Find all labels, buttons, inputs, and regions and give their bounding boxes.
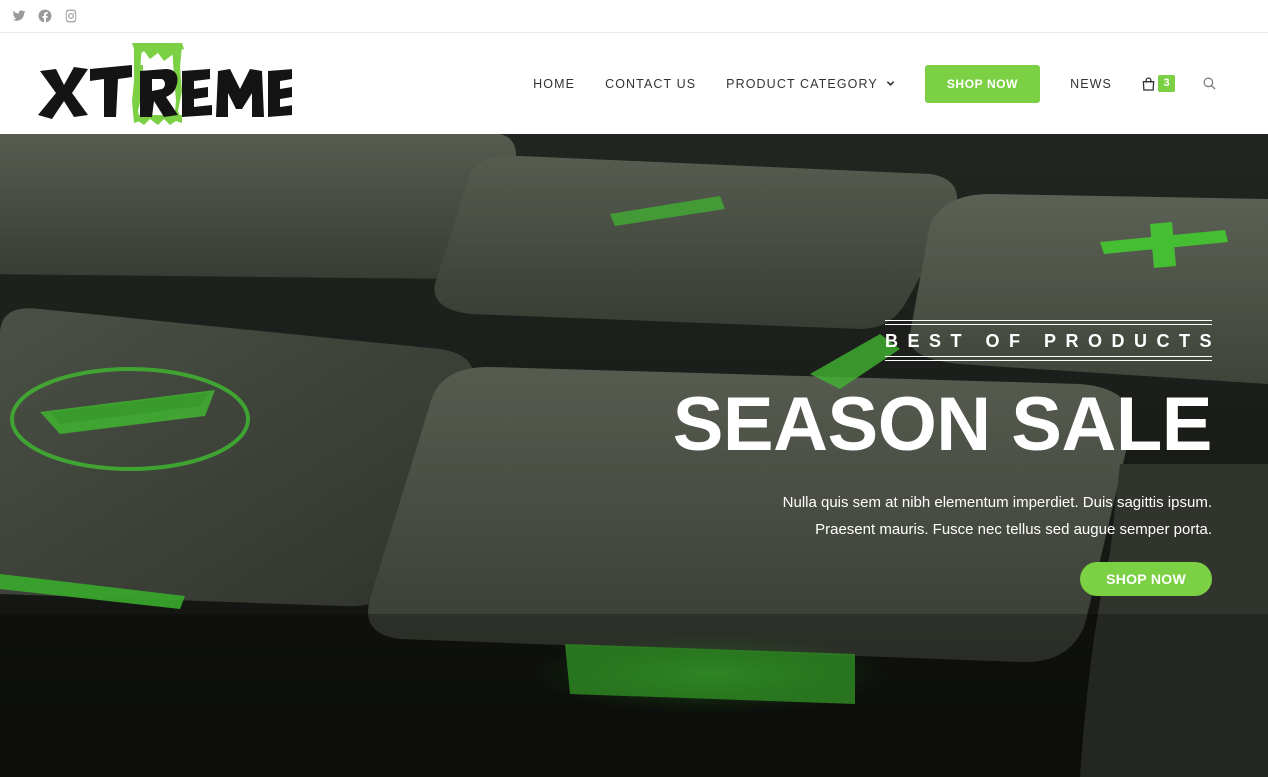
cart-button[interactable]: 3 bbox=[1142, 75, 1175, 92]
nav-home-label: HOME bbox=[533, 76, 576, 91]
hero-paragraph-line-2: Praesent mauris. Fusce nec tellus sed au… bbox=[815, 521, 1212, 538]
nav-product-category-label: PRODUCT CATEGORY bbox=[726, 76, 878, 91]
site-header: HOME CONTACT US PRODUCT CATEGORY SHOP NO… bbox=[0, 33, 1268, 134]
hero-paragraph: Nulla quis sem at nibh elementum imperdi… bbox=[652, 489, 1212, 543]
logo-wordmark bbox=[38, 65, 294, 119]
nav-news-label: NEWS bbox=[1070, 76, 1112, 91]
nav-news[interactable]: NEWS bbox=[1070, 77, 1112, 91]
nav-contact-us[interactable]: CONTACT US bbox=[605, 77, 696, 91]
main-nav: HOME CONTACT US PRODUCT CATEGORY SHOP NO… bbox=[533, 33, 1216, 134]
site-logo[interactable] bbox=[36, 41, 294, 127]
facebook-icon[interactable] bbox=[37, 9, 52, 24]
hero-headline: SEASON SALE bbox=[672, 382, 1213, 467]
top-bar bbox=[0, 0, 1268, 33]
search-icon bbox=[1203, 77, 1216, 90]
search-button[interactable] bbox=[1203, 77, 1216, 90]
nav-shop-now-label: SHOP NOW bbox=[946, 76, 1019, 91]
nav-shop-now-button[interactable]: SHOP NOW bbox=[924, 64, 1041, 103]
nav-product-category[interactable]: PRODUCT CATEGORY bbox=[726, 77, 895, 91]
cart-count-badge: 3 bbox=[1158, 75, 1175, 92]
hero-paragraph-line-1: Nulla quis sem at nibh elementum imperdi… bbox=[782, 494, 1212, 511]
hero-kicker-frame: BEST OF PRODUCTS bbox=[884, 320, 1213, 361]
instagram-icon[interactable] bbox=[63, 9, 78, 24]
hero-content: BEST OF PRODUCTS SEASON SALE Nulla quis … bbox=[652, 320, 1213, 596]
hero-banner: BEST OF PRODUCTS SEASON SALE Nulla quis … bbox=[0, 134, 1268, 777]
nav-home[interactable]: HOME bbox=[533, 77, 575, 91]
shopping-bag-icon bbox=[1142, 76, 1155, 91]
nav-contact-us-label: CONTACT US bbox=[605, 76, 697, 91]
hero-kicker: BEST OF PRODUCTS bbox=[884, 331, 1221, 351]
hero-shop-now-button[interactable]: SHOP NOW bbox=[1080, 562, 1212, 596]
twitter-icon[interactable] bbox=[11, 9, 26, 24]
chevron-down-icon bbox=[886, 81, 895, 86]
